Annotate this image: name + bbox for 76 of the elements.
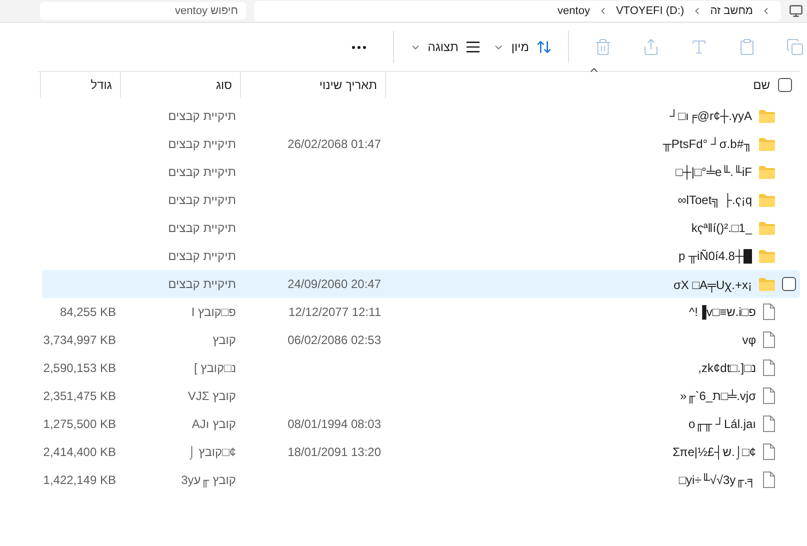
type-cell-text: תיקיית קבצים [167, 109, 237, 123]
file-name: ,zk¢dt□.]□נ [698, 361, 756, 375]
file-name: Σπe|½£┤ש.⌡□¢ [672, 445, 756, 459]
type-cell-text: ¢□קובץ ⌡ [187, 445, 237, 459]
breadcrumb[interactable]: VTOYEFI (D:) [616, 5, 684, 17]
type-cell-text: נ□קובץ ] [192, 361, 237, 375]
file-name: ┘□ı╒@r¢┼.γyA [670, 109, 752, 123]
file-icon [762, 471, 776, 489]
type-cell-text: קובץ ╓ע3y [180, 473, 237, 487]
file-name: o╓╥ ┘Lál.jaı [688, 417, 756, 431]
folder-icon [758, 108, 776, 124]
more-icon [352, 46, 366, 48]
column-header[interactable]: סוג [216, 78, 232, 92]
rename-icon [690, 38, 708, 56]
sort-button[interactable]: מיון [487, 31, 558, 63]
file-icon [762, 443, 776, 461]
search-field[interactable]: חיפוש ventoy [40, 2, 246, 20]
folder-icon [758, 136, 776, 152]
type-cell-text: תיקיית קבצים [167, 165, 237, 179]
type-cell-text: תיקיית קבצים [167, 249, 237, 263]
file-icon [762, 331, 776, 349]
type-cell-text: קובץ AJı [190, 417, 237, 431]
date-cell-text: 06/02/2086 02:53 [286, 333, 382, 347]
date-cell-text: 12/12/2077 12:11 [287, 305, 382, 319]
folder-icon [758, 192, 776, 208]
share-icon [642, 38, 660, 56]
column-header[interactable]: גודל [90, 78, 112, 92]
file-icon [762, 387, 776, 405]
type-cell-text: תיקיית קבצים [167, 193, 237, 207]
type-cell-text: קובץ [212, 333, 237, 347]
select-all-checkbox[interactable] [778, 78, 792, 92]
file-name: p ╥iÑ0í4.8┼█ [678, 249, 752, 263]
file-name: ∞lToet╗ ├.ҁ¡q [678, 193, 752, 207]
file-name: ╥PtsFd° ┘σ.b#╖ [662, 137, 752, 151]
folder-icon [758, 276, 776, 292]
delete-icon [594, 38, 612, 56]
file-name: □┼|□°╧e╙.╙iF [676, 165, 752, 179]
size-cell-text: 2,590,153 KB [42, 361, 117, 375]
breadcrumb[interactable]: ventoy [558, 5, 590, 17]
file-name: □yi÷╙√√3y╓.╕ [678, 473, 756, 487]
size-cell-text: 2,414,400 KB [42, 445, 117, 459]
folder-icon [758, 248, 776, 264]
date-cell-text: 26/02/2068 01:47 [286, 137, 382, 151]
folder-icon [758, 220, 776, 236]
sort-arrows-icon [536, 39, 552, 55]
size-cell-text: 1,422,149 KB [42, 473, 117, 487]
file-name: kҁª‖í()².□1_ [691, 221, 752, 235]
date-cell-text: 24/09/2060 20:47 [286, 277, 382, 291]
type-cell-text: פ□קובץ I [190, 305, 237, 319]
date-cell-text: 18/01/2091 13:20 [286, 445, 382, 459]
column-header[interactable]: שם [753, 78, 770, 92]
size-cell-text: 3,734,997 KB [42, 333, 117, 347]
file-icon [762, 359, 776, 377]
type-cell-text: תיקיית קבצים [167, 277, 237, 291]
type-cell-text: תיקיית קבצים [167, 221, 237, 235]
lines-icon [465, 39, 482, 55]
breadcrumb[interactable]: מחשב זה [710, 5, 753, 17]
size-cell-text: 2,351,475 KB [42, 389, 117, 403]
copy-icon [786, 38, 804, 56]
file-icon [762, 415, 776, 433]
type-cell-text: קובץ VJΣ [186, 389, 237, 403]
view-button[interactable]: תצוגה [404, 31, 488, 63]
column-header[interactable]: תאריך שינוי [319, 78, 377, 92]
row-checkbox[interactable] [782, 277, 796, 291]
size-cell-text: 84,255 KB [58, 305, 117, 319]
file-name: σX □A╤Uꭓ.+x¡ [673, 276, 752, 292]
file-name: ^!▐v□≡ש.i□פ [688, 305, 756, 319]
file-name: »╓`6_ת□╧.vjσ [680, 389, 756, 403]
type-cell-text: תיקיית קבצים [167, 137, 237, 151]
file-name: vφ [742, 333, 756, 347]
computer-icon [789, 4, 803, 18]
size-cell-text: 1,275,500 KB [42, 417, 117, 431]
paste-icon [738, 38, 756, 56]
folder-icon [758, 164, 776, 180]
file-icon [762, 303, 776, 321]
date-cell-text: 08/01/1994 08:03 [286, 417, 382, 431]
